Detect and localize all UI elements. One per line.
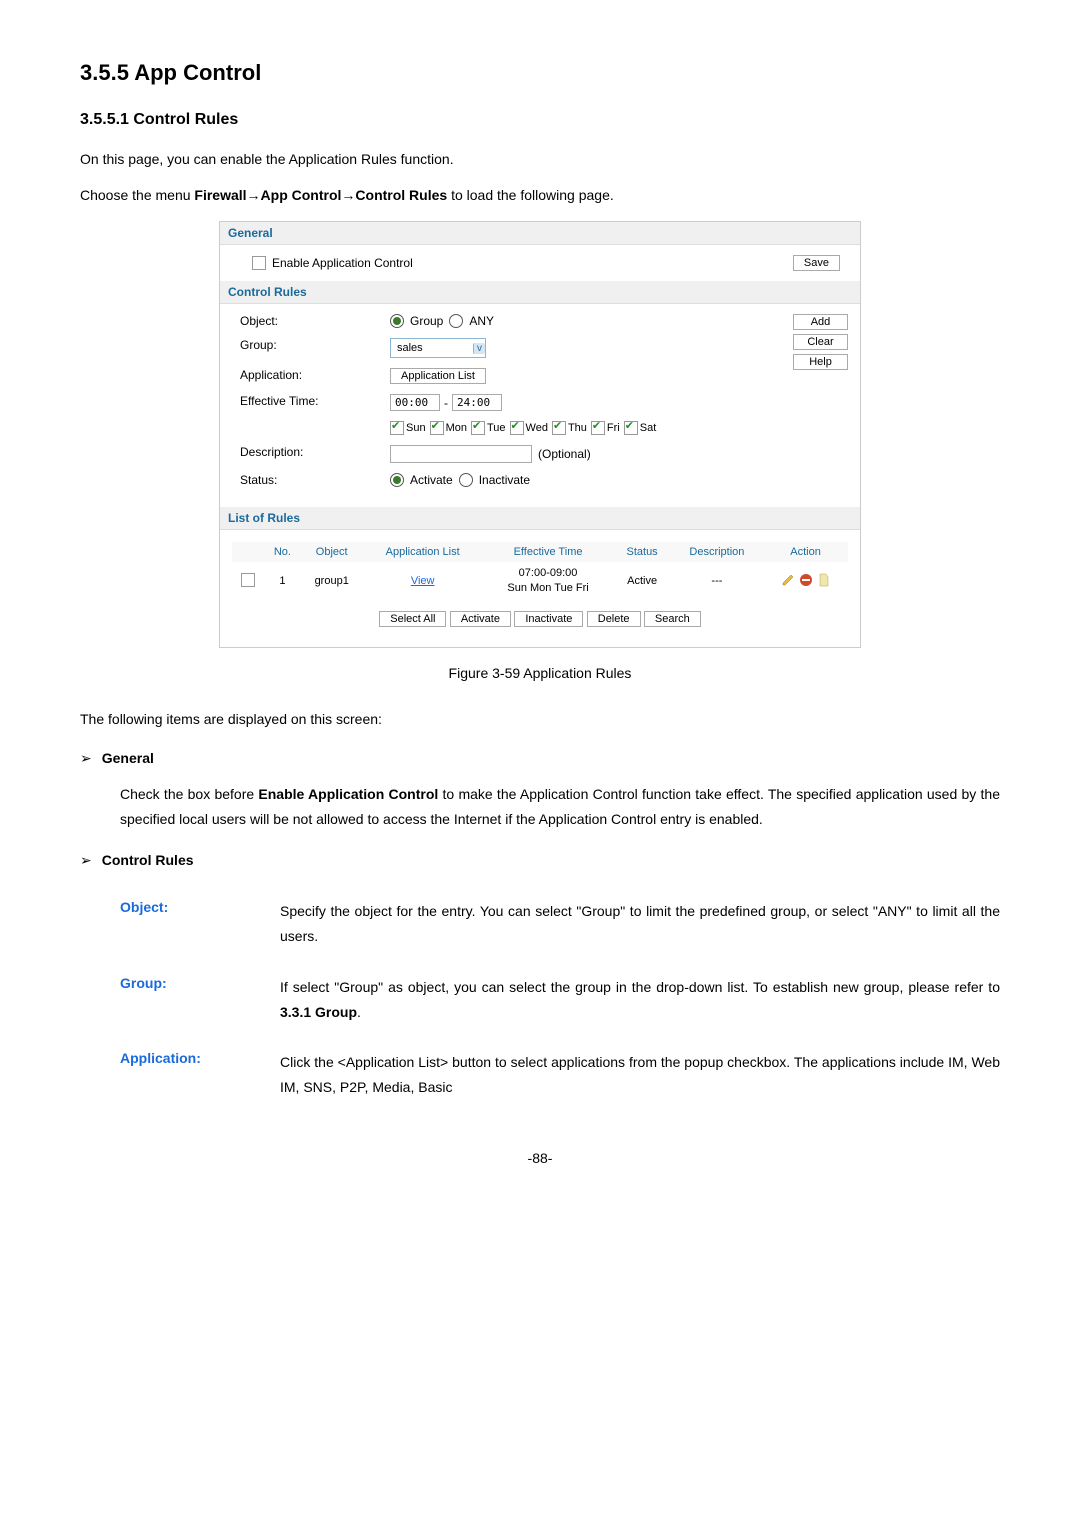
field-group-desc-post: . [357, 1004, 361, 1020]
field-group-desc: If select "Group" as object, you can sel… [280, 975, 1000, 1025]
field-group-desc-bold: 3.3.1 Group [280, 1004, 357, 1020]
rules-table: No. Object Application List Effective Ti… [232, 542, 848, 601]
delete-icon[interactable] [799, 573, 813, 587]
day-sat-checkbox[interactable] [624, 421, 638, 435]
day-wed-checkbox[interactable] [510, 421, 524, 435]
edit-icon[interactable] [781, 573, 795, 587]
field-object-desc: Specify the object for the entry. You ca… [280, 899, 1000, 949]
file-icon[interactable] [817, 573, 831, 587]
cell-etime-hours: 07:00-09:00 [487, 566, 610, 581]
day-sun-checkbox[interactable] [390, 421, 404, 435]
time-to-input[interactable]: 24:00 [452, 394, 502, 411]
object-group-text: Group [410, 314, 443, 328]
list-of-rules-header: List of Rules [220, 507, 860, 530]
path-suffix: to load the following page. [447, 187, 614, 203]
cell-no: 1 [264, 562, 301, 601]
day-tue-label: Tue [487, 422, 506, 434]
table-row: 1 group1 View 07:00-09:00 Sun Mon Tue Fr… [232, 562, 848, 601]
clear-button[interactable]: Clear [793, 334, 848, 350]
figure-caption: Figure 3-59 Application Rules [80, 663, 1000, 684]
status-inactivate-radio[interactable] [459, 473, 473, 487]
enable-app-control-checkbox[interactable] [252, 256, 266, 270]
save-button[interactable]: Save [793, 255, 840, 271]
activate-button[interactable]: Activate [450, 611, 511, 627]
application-list-button[interactable]: Application List [390, 368, 486, 384]
th-status: Status [613, 542, 670, 562]
cell-etime-days: Sun Mon Tue Fri [487, 581, 610, 596]
day-thu-label: Thu [568, 422, 587, 434]
heading-section: 3.5.5 App Control [80, 60, 1000, 86]
group-select[interactable]: sales v [390, 338, 486, 358]
object-any-radio[interactable] [449, 314, 463, 328]
control-rules-section-header: Control Rules [220, 281, 860, 304]
description-label: Description: [240, 445, 390, 459]
inactivate-button[interactable]: Inactivate [514, 611, 583, 627]
th-description: Description [671, 542, 763, 562]
bullet-icon: ➢ [80, 750, 92, 767]
intro-text: On this page, you can enable the Applica… [80, 149, 1000, 170]
field-group-desc-pre: If select "Group" as object, you can sel… [280, 979, 1000, 995]
time-separator: - [444, 396, 448, 410]
field-application-label: Application: [120, 1050, 280, 1100]
day-tue-checkbox[interactable] [471, 421, 485, 435]
menu-path: Choose the menu Firewall→App Control→Con… [80, 185, 1000, 206]
add-button[interactable]: Add [793, 314, 848, 330]
status-activate-text: Activate [410, 473, 453, 487]
row-checkbox[interactable] [241, 573, 255, 587]
group-label: Group: [240, 338, 390, 352]
day-wed-label: Wed [526, 422, 548, 434]
cell-object: group1 [301, 562, 363, 601]
view-link[interactable]: View [411, 575, 435, 587]
delete-button[interactable]: Delete [587, 611, 641, 627]
object-any-text: ANY [469, 314, 494, 328]
path-prefix: Choose the menu [80, 187, 194, 203]
page-number: -88- [80, 1150, 1000, 1166]
cell-status: Active [613, 562, 670, 601]
th-no: No. [264, 542, 301, 562]
effective-time-label: Effective Time: [240, 394, 390, 408]
group-select-value: sales [391, 342, 473, 354]
general-description: Check the box before Enable Application … [120, 782, 1000, 832]
after-caption-text: The following items are displayed on thi… [80, 709, 1000, 730]
day-mon-checkbox[interactable] [430, 421, 444, 435]
day-sun-label: Sun [406, 422, 426, 434]
th-app: Application List [363, 542, 483, 562]
description-input[interactable] [390, 445, 532, 463]
select-all-button[interactable]: Select All [379, 611, 446, 627]
field-object-label: Object: [120, 899, 280, 949]
chevron-down-icon: v [473, 343, 485, 354]
object-label: Object: [240, 314, 390, 328]
object-group-radio[interactable] [390, 314, 404, 328]
optional-text: (Optional) [538, 447, 591, 461]
status-inactivate-text: Inactivate [479, 473, 530, 487]
bullet-icon: ➢ [80, 852, 92, 869]
time-from-input[interactable]: 00:00 [390, 394, 440, 411]
status-activate-radio[interactable] [390, 473, 404, 487]
application-label: Application: [240, 368, 390, 382]
field-group-label: Group: [120, 975, 280, 1025]
day-mon-label: Mon [446, 422, 467, 434]
search-button[interactable]: Search [644, 611, 701, 627]
heading-subsection: 3.5.5.1 Control Rules [80, 111, 1000, 129]
th-effective-time: Effective Time [483, 542, 614, 562]
day-sat-label: Sat [640, 422, 657, 434]
day-thu-checkbox[interactable] [552, 421, 566, 435]
app-rules-screenshot: General Enable Application Control Save … [219, 221, 861, 648]
day-fri-label: Fri [607, 422, 620, 434]
cell-description: --- [671, 562, 763, 601]
general-desc-bold: Enable Application Control [258, 786, 438, 802]
help-button[interactable]: Help [793, 354, 848, 370]
field-application-desc: Click the <Application List> button to s… [280, 1050, 1000, 1100]
th-object: Object [301, 542, 363, 562]
bullet-general: General [102, 750, 154, 767]
general-section-header: General [220, 222, 860, 245]
bullet-control-rules: Control Rules [102, 852, 194, 869]
status-label: Status: [240, 473, 390, 487]
day-fri-checkbox[interactable] [591, 421, 605, 435]
path-bold: Firewall→App Control→Control Rules [194, 187, 447, 203]
enable-app-control-label: Enable Application Control [272, 256, 413, 270]
th-action: Action [763, 542, 848, 562]
general-desc-pre: Check the box before [120, 786, 258, 802]
